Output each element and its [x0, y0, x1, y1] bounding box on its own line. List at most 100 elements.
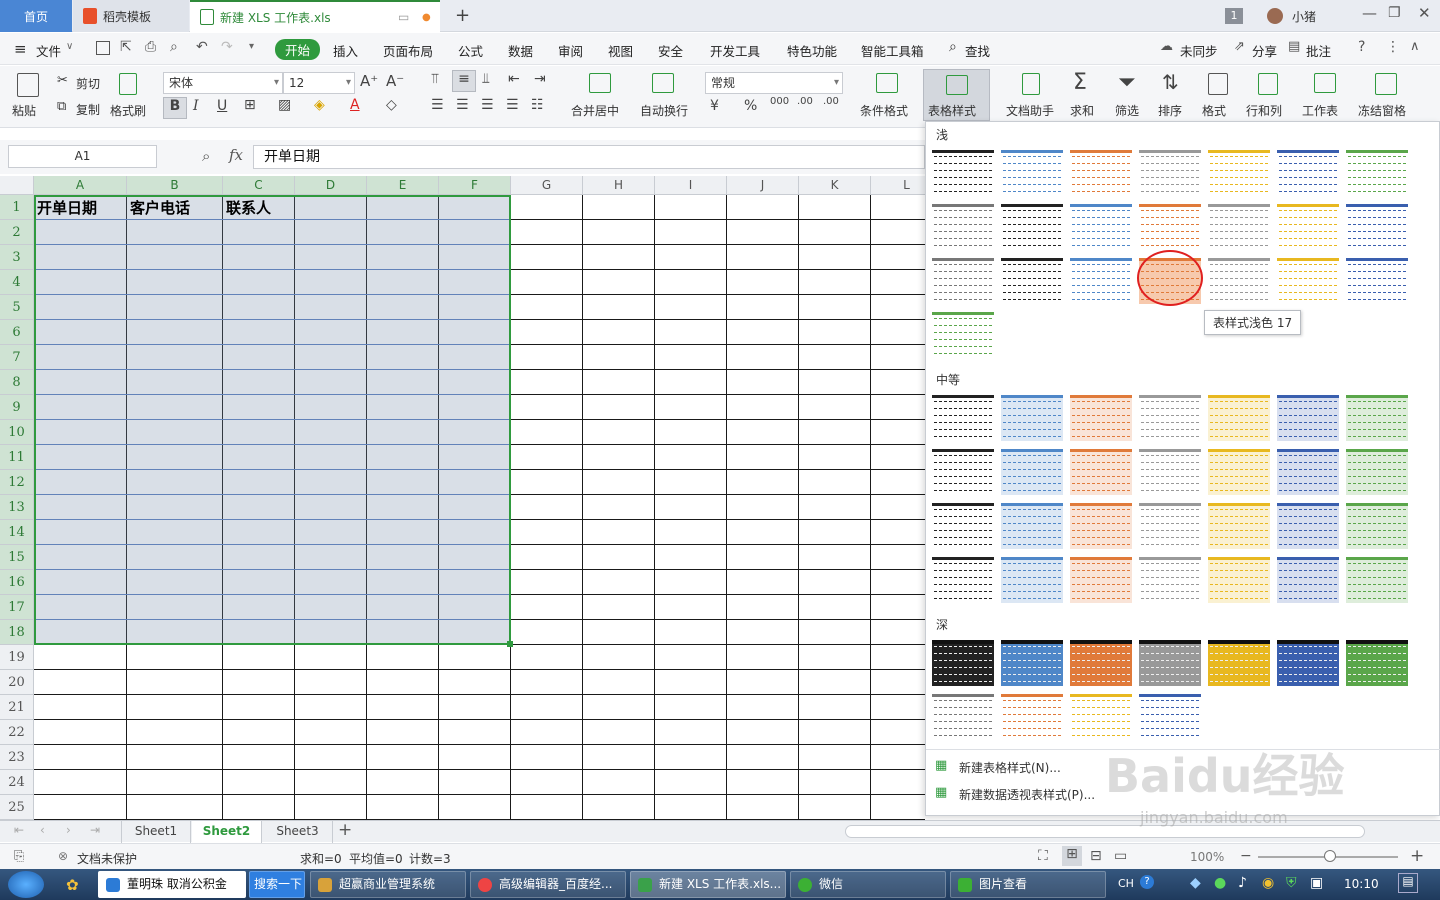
table-style-thumbnail[interactable]	[1208, 204, 1270, 250]
row-header-2[interactable]: 2	[0, 220, 34, 245]
restore-icon[interactable]: ❐	[1388, 5, 1401, 21]
clear-format-icon[interactable]: ◇	[386, 97, 397, 113]
taskbar-search[interactable]: 搜索一下	[249, 871, 305, 898]
search-icon[interactable]: ⌕	[949, 39, 957, 55]
table-style-thumbnail[interactable]	[1208, 503, 1270, 549]
help-icon[interactable]: ?	[1358, 39, 1365, 55]
row-header-3[interactable]: 3	[0, 245, 34, 270]
comment-icon[interactable]: ▤	[1288, 39, 1300, 54]
column-header-I[interactable]: I	[655, 176, 727, 195]
align-right-icon[interactable]: ☰	[481, 97, 494, 113]
collapse-ribbon-icon[interactable]: ∧	[1410, 39, 1420, 54]
conditional-format-button[interactable]: 条件格式	[860, 102, 908, 119]
quick-access-more-icon[interactable]: ▾	[249, 41, 254, 52]
increase-font-icon[interactable]: A⁺	[360, 72, 378, 90]
table-style-thumbnail[interactable]	[1346, 449, 1408, 495]
wrap-text-icon[interactable]	[652, 73, 674, 93]
select-all-corner[interactable]	[0, 176, 34, 195]
notification-icon[interactable]: ▤	[1398, 873, 1418, 893]
sync-status[interactable]: 未同步	[1180, 41, 1218, 60]
normal-view-icon[interactable]: ⊞	[1062, 846, 1082, 866]
column-header-K[interactable]: K	[799, 176, 871, 195]
row-header-18[interactable]: 18	[0, 620, 34, 645]
align-middle-icon[interactable]: ≡	[452, 70, 476, 92]
table-style-thumbnail[interactable]	[932, 258, 994, 304]
table-style-thumbnail[interactable]	[1070, 395, 1132, 441]
align-top-icon[interactable]: ⫪	[431, 71, 439, 87]
worksheet-button[interactable]: 工作表	[1302, 102, 1338, 119]
table-style-thumbnail[interactable]	[1001, 204, 1063, 250]
table-style-thumbnail[interactable]	[1139, 503, 1201, 549]
decrease-font-icon[interactable]: A⁻	[386, 72, 404, 90]
row-header-6[interactable]: 6	[0, 320, 34, 345]
name-box[interactable]: A1	[8, 145, 157, 168]
taskbar-wps[interactable]: 新建 XLS 工作表.xls...	[630, 871, 786, 898]
share-icon[interactable]: ⇗	[1234, 39, 1245, 54]
copy-button[interactable]: 复制	[76, 101, 100, 118]
row-header-5[interactable]: 5	[0, 295, 34, 320]
print-preview-icon[interactable]: ⌕	[170, 39, 178, 55]
table-style-thumbnail[interactable]	[932, 557, 994, 603]
monitor-icon[interactable]: ▭	[398, 10, 409, 24]
font-size-select[interactable]: 12	[283, 72, 355, 94]
table-style-thumbnail[interactable]	[932, 503, 994, 549]
table-style-thumbnail[interactable]	[1346, 204, 1408, 250]
zoom-level[interactable]: 100%	[1190, 850, 1224, 864]
sum-icon[interactable]: Σ	[1073, 70, 1087, 95]
new-tab-plus-icon[interactable]: +	[455, 5, 470, 26]
table-style-thumbnail[interactable]	[1277, 204, 1339, 250]
row-header-25[interactable]: 25	[0, 795, 34, 820]
save-icon[interactable]	[96, 41, 110, 55]
font-family-select[interactable]: 宋体	[163, 72, 283, 94]
redo-icon[interactable]: ↷	[221, 39, 233, 55]
table-style-thumbnail[interactable]	[1277, 503, 1339, 549]
border-icon[interactable]: ⊞	[244, 97, 256, 113]
sheet-tab-3[interactable]: Sheet3	[263, 821, 333, 843]
table-style-thumbnail[interactable]	[1346, 503, 1408, 549]
table-style-thumbnail[interactable]	[1208, 557, 1270, 603]
tab-active-workbook[interactable]: 新建 XLS 工作表.xls ▭ ●	[190, 0, 440, 32]
row-header-4[interactable]: 4	[0, 270, 34, 295]
menu-insert[interactable]: 插入	[333, 41, 358, 60]
clock[interactable]: 10:10	[1344, 877, 1379, 891]
row-header-1[interactable]: 1	[0, 195, 34, 220]
format-painter-button[interactable]: 格式刷	[110, 102, 146, 119]
table-style-thumbnail[interactable]	[932, 395, 994, 441]
menu-data[interactable]: 数据	[508, 41, 533, 60]
cloud-icon[interactable]: ☁	[1160, 39, 1173, 54]
paste-icon[interactable]	[17, 73, 39, 97]
row-header-8[interactable]: 8	[0, 370, 34, 395]
column-header-C[interactable]: C	[223, 176, 295, 195]
fullscreen-icon[interactable]: ⛶	[1038, 848, 1048, 864]
spreadsheet-grid[interactable]: ABCDEFGHIJKL 1 2 3 4 5 6 7 8 9 10 11 12 13 14 15 16 17 18…	[0, 176, 925, 820]
app-launcher-icon[interactable]: ✿	[66, 876, 79, 894]
column-header-F[interactable]: F	[439, 176, 511, 195]
sheet-tab-1[interactable]: Sheet1	[121, 821, 191, 843]
taskbar-image-viewer[interactable]: 图片查看	[950, 871, 1106, 898]
table-style-thumbnail[interactable]	[1346, 258, 1408, 304]
menu-page-layout[interactable]: 页面布局	[383, 41, 433, 60]
print-icon[interactable]: ⎙	[145, 39, 156, 55]
filter-button[interactable]: 筛选	[1115, 102, 1139, 119]
table-style-thumbnail[interactable]	[1208, 258, 1270, 304]
table-style-thumbnail[interactable]	[1001, 503, 1063, 549]
table-style-thumbnail[interactable]	[1139, 395, 1201, 441]
row-header-16[interactable]: 16	[0, 570, 34, 595]
taskbar-browser[interactable]: 高级编辑器_百度经...	[470, 871, 626, 898]
security-tray-icon[interactable]: ◉	[1262, 875, 1274, 891]
table-style-thumbnail[interactable]	[1277, 640, 1339, 686]
help-tray-icon[interactable]: ?	[1140, 875, 1154, 889]
table-style-thumbnail[interactable]	[932, 640, 994, 686]
selection-range[interactable]	[34, 195, 511, 645]
align-center-icon[interactable]: ☰	[456, 97, 469, 113]
menu-view[interactable]: 视图	[608, 41, 633, 60]
menu-special[interactable]: 特色功能	[787, 41, 837, 60]
align-left-icon[interactable]: ☰	[431, 97, 444, 113]
user-name[interactable]: 小猪	[1292, 8, 1316, 25]
row-header-14[interactable]: 14	[0, 520, 34, 545]
cut-icon[interactable]: ✂	[57, 73, 68, 88]
table-style-thumbnail[interactable]	[932, 694, 994, 740]
avatar[interactable]	[1267, 8, 1283, 24]
table-style-thumbnail[interactable]	[1139, 204, 1201, 250]
taskbar-wechat[interactable]: 微信	[790, 871, 946, 898]
